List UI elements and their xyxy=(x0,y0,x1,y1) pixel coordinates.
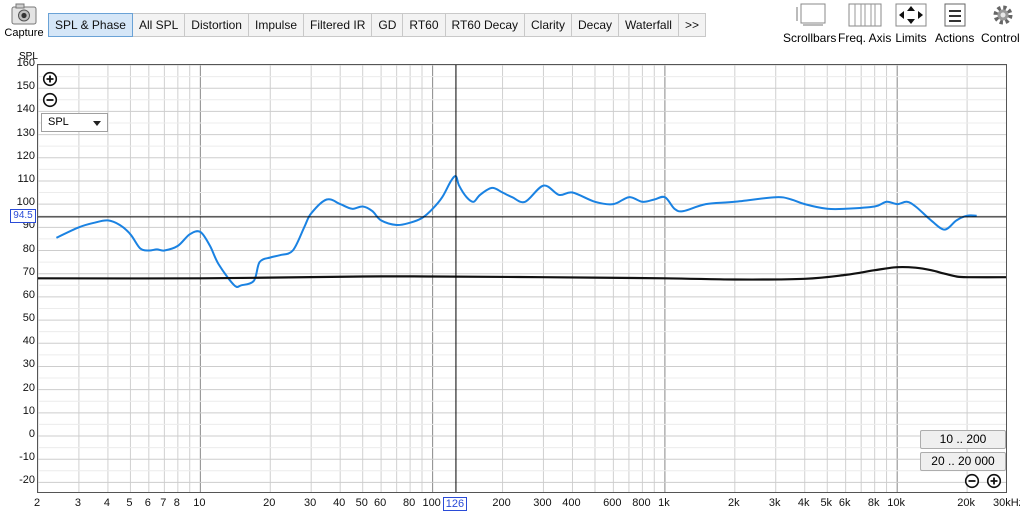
zoom-out-x-icon[interactable] xyxy=(964,473,980,489)
tab-clarity[interactable]: Clarity xyxy=(525,14,573,36)
limits-label: Limits xyxy=(895,31,927,45)
y-tick-label: 50 xyxy=(22,312,35,325)
range-10-200-button[interactable]: 10 .. 200 xyxy=(920,430,1006,449)
x-tick-label: 60 xyxy=(373,497,387,509)
actions-label: Actions xyxy=(935,31,975,45)
x-tick-label: 20 xyxy=(263,497,276,509)
graph-tabs: SPL & Phase All SPL Distortion Impulse F… xyxy=(48,13,706,37)
tab-more[interactable]: >> xyxy=(679,14,705,36)
y-tick-label: 20 xyxy=(22,381,35,394)
x-tick-label: 8 xyxy=(173,497,180,509)
x-tick-label: 4k xyxy=(797,497,810,509)
scrollbars-label: Scrollbars xyxy=(783,31,837,45)
tab-all-spl[interactable]: All SPL xyxy=(133,14,186,36)
x-tick-label: 600 xyxy=(603,497,622,509)
x-tick-label: 3 xyxy=(74,497,81,509)
zoom-out-y-icon[interactable] xyxy=(42,92,58,108)
x-tick-label: 20k xyxy=(957,497,975,509)
x-tick-label: 6 xyxy=(144,497,151,509)
tab-gd[interactable]: GD xyxy=(372,14,404,36)
zoom-in-y-icon[interactable] xyxy=(42,71,58,87)
x-tick-label: 10k xyxy=(887,497,906,509)
actions-button[interactable]: Actions xyxy=(935,3,974,45)
x-tick-label: 5k xyxy=(820,497,833,509)
scrollbars-button[interactable]: Scrollbars xyxy=(783,3,836,45)
x-tick-label: 4 xyxy=(103,497,110,509)
zoom-in-x-icon[interactable] xyxy=(986,473,1002,489)
x-tick-label: 1k xyxy=(658,497,670,509)
spl-graph-canvas xyxy=(38,65,1006,492)
tab-spl-phase[interactable]: SPL & Phase xyxy=(48,13,133,37)
tab-impulse[interactable]: Impulse xyxy=(249,14,305,36)
y-tick-label: 160 xyxy=(16,57,35,69)
controls-button[interactable]: Controls xyxy=(981,3,1020,45)
y-tick-label: 110 xyxy=(17,172,35,185)
x-tick-label: 10 xyxy=(193,497,206,509)
y-tick-label: 30 xyxy=(22,358,35,371)
capture-label: Capture xyxy=(4,27,44,39)
x-tick-label: 2k xyxy=(728,497,740,509)
y-tick-label: 70 xyxy=(22,265,35,278)
camera-icon xyxy=(11,3,37,25)
actions-list-icon xyxy=(944,3,966,27)
x-tick-label: 5 xyxy=(126,497,133,509)
y-tick-label: 60 xyxy=(22,288,35,301)
y-tick-label: -10 xyxy=(19,451,35,464)
x-tick-label: 40 xyxy=(333,497,346,509)
tab-rt60-decay[interactable]: RT60 Decay xyxy=(446,14,525,36)
cursor-y-readout: 94.5 xyxy=(10,208,36,223)
x-tick-label: 800 xyxy=(632,497,651,509)
y-tick-label: 100 xyxy=(16,196,35,209)
freq-axis-button[interactable]: Freq. Axis xyxy=(838,3,891,45)
trace-select-value: SPL xyxy=(48,116,69,128)
y-tick-label: 150 xyxy=(16,80,35,93)
y-tick-label: -20 xyxy=(19,474,35,487)
x-tick-label: 3k xyxy=(768,497,781,509)
tab-waterfall[interactable]: Waterfall xyxy=(619,14,679,36)
y-tick-label: 80 xyxy=(22,242,35,255)
x-tick-label: 50 xyxy=(355,497,368,509)
range-20-20000-button[interactable]: 20 .. 20 000 xyxy=(920,452,1006,471)
x-tick-label: 2 xyxy=(33,497,41,509)
y-tick-label: 140 xyxy=(16,103,35,116)
capture-button[interactable]: Capture xyxy=(2,3,46,43)
y-tick-label: 0 xyxy=(28,428,35,441)
spl-graph[interactable] xyxy=(37,64,1007,493)
x-tick-label: 30 xyxy=(304,497,317,509)
x-tick-label: 200 xyxy=(492,497,511,509)
x-tick-label: 7 xyxy=(160,497,167,509)
x-tick-label: 8k xyxy=(867,497,880,509)
limits-arrows-icon xyxy=(895,3,927,27)
scrollbars-icon xyxy=(795,3,826,26)
chevron-down-icon xyxy=(93,121,101,126)
gear-icon xyxy=(993,5,1013,25)
y-tick-label: 130 xyxy=(16,126,35,139)
tab-decay[interactable]: Decay xyxy=(572,14,620,36)
freq-axis-label: Freq. Axis xyxy=(838,31,892,45)
cursor-x-readout: 126 xyxy=(442,497,467,511)
trace-select-dropdown[interactable]: SPL xyxy=(41,113,108,132)
freq-axis-icon xyxy=(848,3,882,27)
x-tick-label: 100 xyxy=(422,497,441,509)
tab-filtered-ir[interactable]: Filtered IR xyxy=(304,14,373,36)
x-tick-label: 30kHz xyxy=(993,497,1020,509)
limits-button[interactable]: Limits xyxy=(895,3,927,45)
y-tick-label: 120 xyxy=(16,149,35,162)
controls-label: Controls xyxy=(981,31,1020,45)
x-tick-label: 80 xyxy=(402,497,416,509)
y-tick-label: 40 xyxy=(22,335,35,348)
x-tick-label: 6k xyxy=(838,497,851,509)
tab-distortion[interactable]: Distortion xyxy=(185,14,249,36)
x-tick-label: 400 xyxy=(562,497,581,509)
x-tick-label: 300 xyxy=(533,497,552,509)
tab-rt60[interactable]: RT60 xyxy=(403,14,446,36)
y-tick-label: 10 xyxy=(22,404,35,417)
